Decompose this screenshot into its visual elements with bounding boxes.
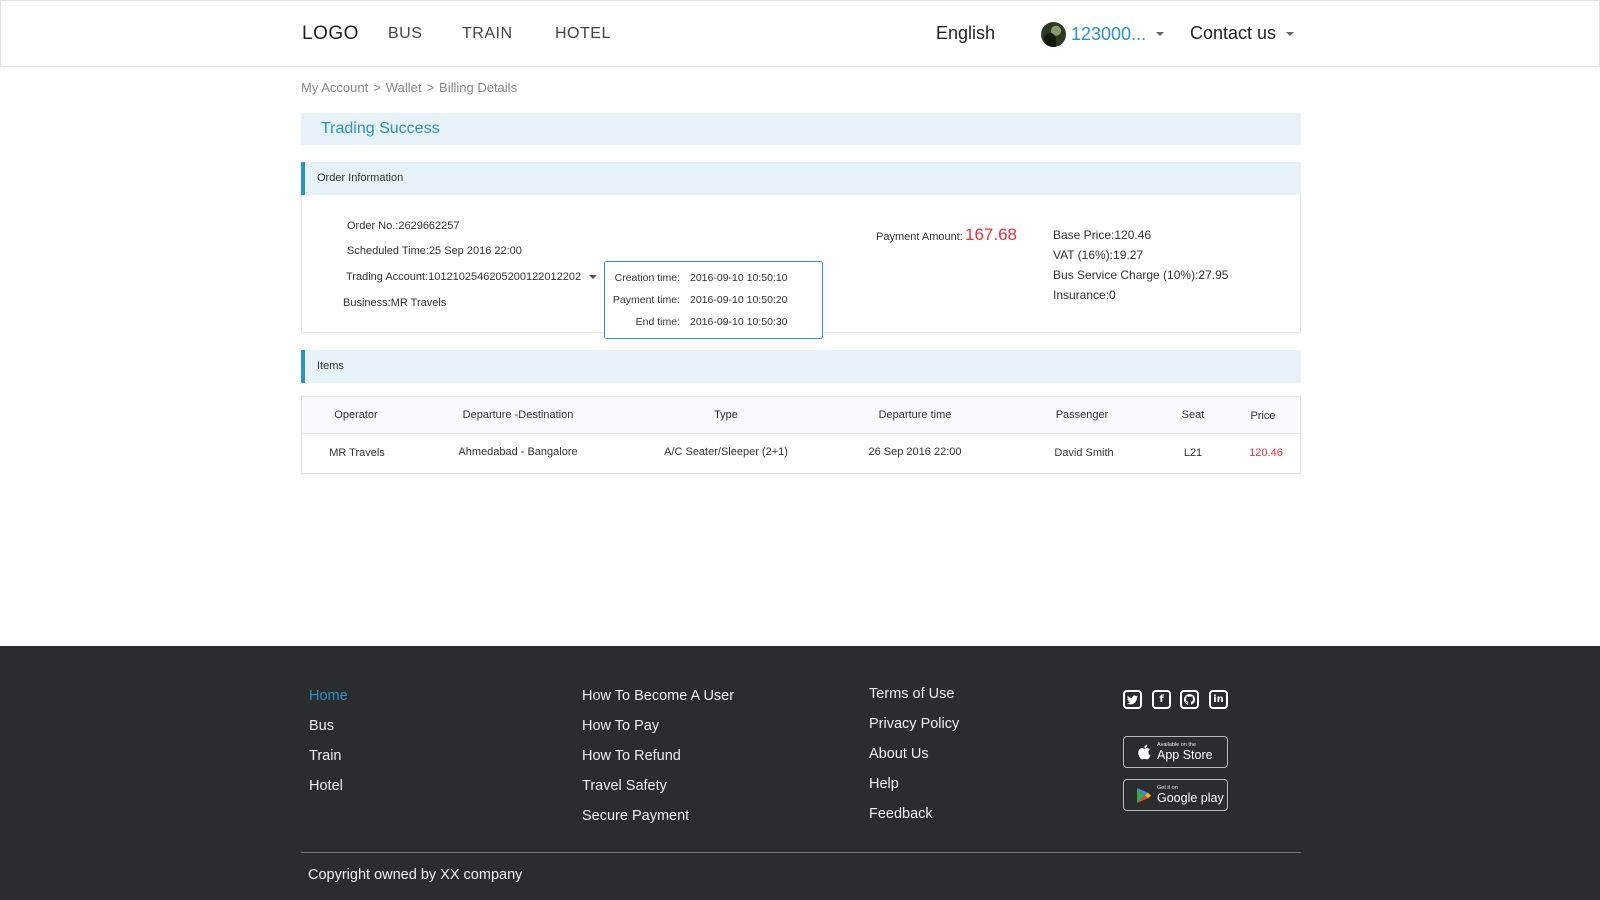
service-charge: Bus Service Charge (10%):27.95 <box>1053 268 1229 282</box>
trading-account: Trading Account:101210254620520012201220… <box>346 271 582 283</box>
table-cell: 26 Sep 2016 22:00 <box>868 446 962 458</box>
footer-link-secure-payment[interactable]: Secure Payment <box>582 808 689 824</box>
trading-account-toggle[interactable]: Trading Account:101210254620520012201220… <box>346 271 598 283</box>
table-cell: L21 <box>1183 447 1203 459</box>
insurance: Insurance:0 <box>1053 288 1116 302</box>
column-header: Passenger <box>1055 409 1109 421</box>
footer-link-terms[interactable]: Terms of Use <box>869 686 954 702</box>
chevron-down-icon <box>589 275 598 280</box>
order-info-header: Order Information <box>301 162 1301 195</box>
table-cell-price: 120.46 <box>1249 447 1283 459</box>
time-value: 2016-09-10 10:50:30 <box>690 316 788 328</box>
table-cell: A/C Seater/Sleeper (2+1) <box>664 446 788 458</box>
time-label: End time: <box>635 316 680 328</box>
nav-train[interactable]: TRAIN <box>462 25 513 43</box>
breadcrumb: My Account > Wallet > Billing Details <box>301 80 517 95</box>
vat: VAT (16%):19.27 <box>1053 248 1144 262</box>
time-details-popover: Creation time: 2016-09-10 10:50:10 Paymen… <box>604 261 823 339</box>
column-header: Operator <box>334 409 378 421</box>
store-name: App Store <box>1157 747 1213 762</box>
section-title: Items <box>317 360 344 372</box>
time-label: Payment time: <box>612 294 680 306</box>
user-menu[interactable]: 123000... <box>1041 21 1165 47</box>
table-cell: Ahmedabad - Bangalore <box>458 446 578 458</box>
scheduled-time: Scheduled Time:25 Sep 2016 22:00 <box>347 245 522 257</box>
breadcrumb-my-account[interactable]: My Account <box>301 80 368 95</box>
footer-link-home[interactable]: Home <box>309 688 348 704</box>
footer-link-travel-safety[interactable]: Travel Safety <box>582 778 667 794</box>
play-icon <box>1136 787 1152 803</box>
footer-link-how-to-pay[interactable]: How To Pay <box>582 718 659 734</box>
nav-bus[interactable]: BUS <box>388 25 422 43</box>
payment-amount-label: Payment Amount: <box>876 231 963 243</box>
status-banner: Trading Success <box>301 113 1301 145</box>
column-header: Departure -Destination <box>462 409 574 421</box>
linkedin-icon[interactable]: in <box>1209 690 1228 709</box>
items-table: Operator Departure -Destination Type Dep… <box>301 396 1301 474</box>
column-header: Seat <box>1181 409 1205 421</box>
facebook-icon[interactable]: f <box>1152 690 1171 709</box>
column-header: Departure time <box>878 409 952 421</box>
user-name: 123000... <box>1071 23 1147 44</box>
business-name: Business:MR Travels <box>343 297 447 309</box>
base-price: Base Price:120.46 <box>1053 228 1152 242</box>
time-label: Creation time: <box>614 272 680 284</box>
contact-menu[interactable]: Contact us <box>1190 23 1295 44</box>
footer-divider <box>301 852 1301 853</box>
app-store-button[interactable]: Available on the App Store <box>1123 736 1228 768</box>
twitter-icon[interactable] <box>1123 690 1142 709</box>
footer-link-bus[interactable]: Bus <box>309 718 334 734</box>
chevron-down-icon <box>1286 31 1295 36</box>
github-icon[interactable] <box>1180 690 1199 709</box>
column-header: Price <box>1250 410 1276 422</box>
top-header: LOGO BUS TRAIN HOTEL English 123000... C… <box>0 0 1600 67</box>
avatar <box>1041 21 1066 47</box>
copyright: Copyright owned by XX company <box>308 867 523 883</box>
breadcrumb-current: Billing Details <box>439 80 518 95</box>
table-cell: David Smith <box>1054 447 1114 459</box>
items-header: Items <box>301 350 1301 383</box>
creation-time-row: Creation time: 2016-09-10 10:50:10 <box>605 272 788 284</box>
chevron-down-icon <box>1156 32 1165 36</box>
footer-link-about[interactable]: About Us <box>869 746 929 762</box>
breadcrumb-separator: > <box>426 80 435 95</box>
table-header: Operator Departure -Destination Type Dep… <box>302 397 1300 434</box>
order-number: Order No.:2629662257 <box>347 220 460 232</box>
footer-link-help[interactable]: Help <box>869 776 899 792</box>
table-cell: MR Travels <box>329 447 385 459</box>
time-value: 2016-09-10 10:50:10 <box>690 272 788 284</box>
nav-hotel[interactable]: HOTEL <box>555 25 611 43</box>
payment-amount: 167.68 <box>965 225 1017 244</box>
google-play-button[interactable]: Get it on Google play <box>1123 779 1228 811</box>
footer-link-privacy[interactable]: Privacy Policy <box>869 716 959 732</box>
footer-link-feedback[interactable]: Feedback <box>869 806 933 822</box>
apple-icon <box>1136 744 1152 760</box>
page-title: Trading Success <box>321 120 440 137</box>
contact-label: Contact us <box>1190 23 1277 43</box>
column-header: Type <box>714 409 738 421</box>
breadcrumb-separator: > <box>373 80 381 95</box>
section-title: Order Information <box>317 172 404 184</box>
time-value: 2016-09-10 10:50:20 <box>690 294 788 306</box>
footer: Home Bus Train Hotel How To Become A Use… <box>0 646 1600 900</box>
footer-link-train[interactable]: Train <box>309 748 342 764</box>
footer-link-hotel[interactable]: Hotel <box>309 778 343 794</box>
payment-time-row: Payment time: 2016-09-10 10:50:20 <box>605 294 788 306</box>
logo[interactable]: LOGO <box>302 23 359 45</box>
language-selector[interactable]: English <box>936 23 995 44</box>
footer-link-become-user[interactable]: How To Become A User <box>582 688 734 704</box>
end-time-row: End time: 2016-09-10 10:50:30 <box>605 316 788 328</box>
footer-link-refund[interactable]: How To Refund <box>582 748 681 764</box>
breadcrumb-wallet[interactable]: Wallet <box>386 80 422 95</box>
store-name: Google play <box>1157 790 1224 805</box>
